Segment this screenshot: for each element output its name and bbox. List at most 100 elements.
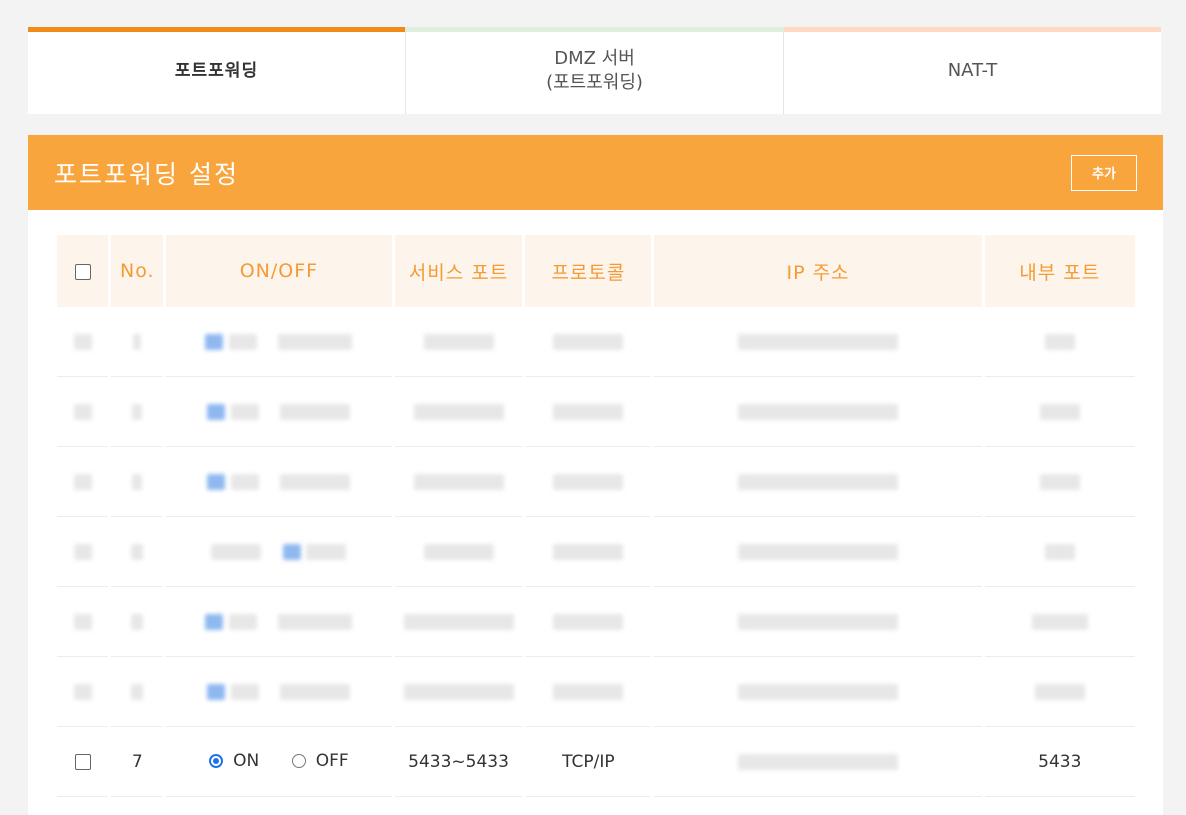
port-forwarding-panel: 포트포워딩 설정 추가 No. ON/OFF 서비스 포트 프로토콜 IP 주소… [28,135,1163,815]
redacted-value [1039,473,1080,490]
redacted-value [553,333,624,350]
tab-label: NAT-T [947,59,998,81]
row-no: 7 [111,727,164,797]
redacted-value [73,543,92,560]
redacted-value [205,333,224,350]
off-label: OFF [315,750,349,771]
redacted-ip [738,753,898,770]
table-row [57,447,1135,517]
table-row [57,657,1135,727]
tab-dmz-server[interactable]: DMZ 서버 (포트포워딩) [405,27,783,114]
tab-active-bar [28,27,405,32]
redacted-cell [525,657,652,727]
redacted-cell [57,377,109,447]
redacted-value [207,683,226,700]
panel-title: 포트포워딩 설정 [54,159,239,189]
redacted-value [230,683,259,700]
tab-bar-line [406,27,783,32]
redacted-value [131,683,144,700]
tab-sublabel: (포트포워딩) [546,71,643,93]
redacted-value [211,543,262,560]
redacted-value [413,403,504,420]
redacted-cell [394,377,523,447]
redacted-value [738,683,898,700]
redacted-cell [111,377,164,447]
redacted-cell [166,307,392,377]
redacted-value [278,613,353,630]
table-row [57,377,1135,447]
redacted-value [73,403,92,420]
redacted-value [423,543,494,560]
table-row [57,587,1135,657]
redacted-cell [525,307,652,377]
redacted-cell [654,587,982,657]
table-row [57,517,1135,587]
radio-selected-icon [209,753,224,768]
table-row [57,307,1135,377]
on-radio[interactable]: ON [209,751,259,771]
redacted-cell [984,307,1135,377]
redacted-value [1034,683,1085,700]
redacted-value [207,403,226,420]
col-protocol: 프로토콜 [525,235,652,307]
redacted-value [1039,403,1080,420]
tab-bar-line [784,27,1161,32]
redacted-cell [984,447,1135,517]
tab-label: 포트포워딩 [174,60,259,81]
row-inner-port: 5433 [984,727,1135,797]
select-all-checkbox[interactable] [74,263,91,280]
redacted-value [738,473,898,490]
redacted-value [423,333,494,350]
redacted-value [1044,333,1075,350]
row-onoff: ON OFF [166,727,392,797]
tab-bar: 포트포워딩 DMZ 서버 (포트포워딩) NAT-T [28,27,1161,114]
tab-port-forwarding[interactable]: 포트포워딩 [28,27,405,114]
redacted-value [73,613,92,630]
redacted-value [133,333,142,350]
redacted-cell [111,307,164,377]
on-label: ON [233,750,260,771]
redacted-value [205,613,224,630]
redacted-value [280,473,351,490]
off-radio[interactable]: OFF [291,750,349,771]
redacted-cell [984,377,1135,447]
redacted-cell [984,657,1135,727]
col-no: No. [111,235,164,307]
redacted-cell [394,307,523,377]
redacted-cell [57,307,109,377]
col-ip-address: IP 주소 [654,235,982,307]
redacted-cell [111,517,164,587]
redacted-cell [166,447,392,517]
redacted-value [73,683,92,700]
redacted-cell [57,657,109,727]
table-row: 7 ON OFF 5433~5433 TCP/IP 5433 [57,727,1135,797]
row-ip-address [654,727,982,797]
redacted-value [73,333,92,350]
redacted-cell [654,307,982,377]
row-checkbox[interactable] [74,753,91,770]
row-protocol: TCP/IP [525,727,652,797]
add-button[interactable]: 추가 [1071,154,1137,191]
redacted-value [413,473,504,490]
redacted-value [553,543,624,560]
forwarding-table: No. ON/OFF 서비스 포트 프로토콜 IP 주소 내부 포트 7 ON … [54,235,1138,797]
redacted-cell [394,657,523,727]
select-all-cell [57,235,109,307]
redacted-value [230,473,259,490]
redacted-value [230,403,259,420]
row-select-cell [57,727,109,797]
redacted-cell [654,377,982,447]
redacted-cell [166,377,392,447]
redacted-value [553,683,624,700]
redacted-cell [525,447,652,517]
redacted-cell [654,447,982,517]
col-inner-port: 내부 포트 [984,235,1135,307]
redacted-value [403,613,514,630]
redacted-cell [525,587,652,657]
redacted-value [403,683,514,700]
redacted-value [207,473,226,490]
tab-nat-t[interactable]: NAT-T [783,27,1161,114]
redacted-value [132,403,143,420]
redacted-cell [984,517,1135,587]
redacted-cell [111,447,164,517]
